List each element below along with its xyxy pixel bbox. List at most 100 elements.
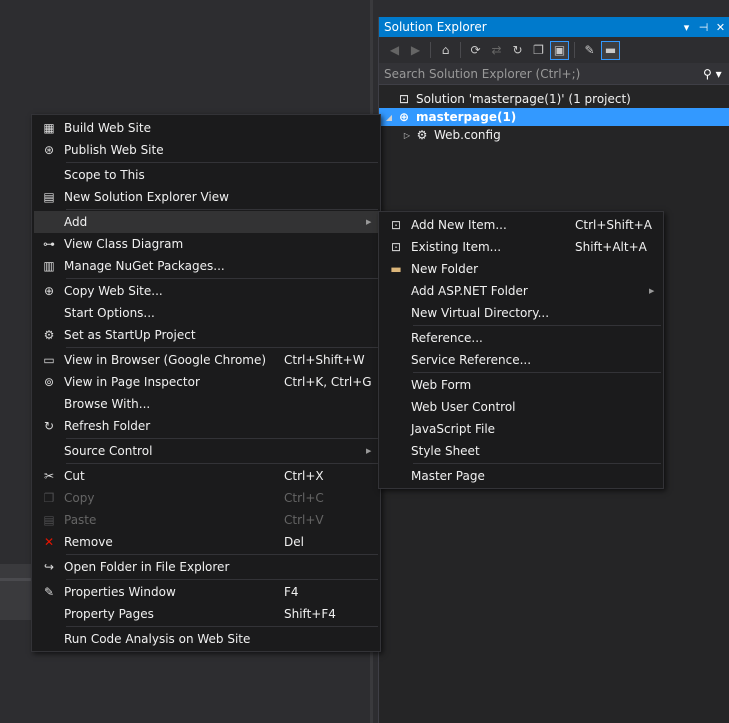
menu-item-browse-with[interactable]: Browse With... — [34, 393, 378, 415]
menu-item-new-solution-explorer-view[interactable]: ▤ New Solution Explorer View — [34, 186, 378, 208]
tree-item-masterpage-1[interactable]: ◢ ⊕ masterpage(1) — [379, 108, 729, 126]
show-all-files-icon[interactable]: ▣ — [550, 40, 569, 60]
view-in-page-inspector-icon: ⊚ — [43, 375, 55, 389]
refresh-icon[interactable]: ↻ — [508, 41, 527, 60]
menu-item-label: Browse With... — [64, 397, 151, 411]
menu-item-remove[interactable]: ✕ Remove Del — [34, 531, 378, 553]
sync-icon[interactable]: ⟳ — [466, 41, 485, 60]
copy-icon: ❐ — [43, 491, 55, 505]
paste-icon: ▤ — [43, 513, 55, 527]
window-position-icon[interactable]: ▾ — [678, 21, 695, 34]
cut-icon: ✂ — [43, 469, 55, 483]
home-icon[interactable]: ⌂ — [436, 41, 455, 60]
menu-item-shortcut: Shift+Alt+A — [575, 240, 647, 254]
forward-icon[interactable]: ▶ — [406, 41, 425, 60]
menu-item-label: New Folder — [411, 262, 479, 276]
menu-item-web-form[interactable]: Web Form — [381, 374, 661, 396]
menu-item-add[interactable]: Add ▶ — [34, 211, 378, 233]
menu-item-label: Copy Web Site... — [64, 284, 163, 298]
menu-item-label: Style Sheet — [411, 444, 480, 458]
menu-item-set-as-startup-project[interactable]: ⚙ Set as StartUp Project — [34, 324, 378, 346]
collapse-all-icon[interactable]: ❐ — [529, 41, 548, 60]
menu-item-shortcut: Del — [284, 535, 304, 549]
menu-item-service-reference[interactable]: Service Reference... — [381, 349, 661, 371]
tree-item-solution-masterpage-1-1-project[interactable]: ⊡ Solution 'masterpage(1)' (1 project) — [379, 90, 729, 108]
menu-item-build-web-site[interactable]: ▦ Build Web Site — [34, 117, 378, 139]
menu-item-source-control[interactable]: Source Control ▶ — [34, 440, 378, 462]
menu-item-manage-nuget-packages[interactable]: ▥ Manage NuGet Packages... — [34, 255, 378, 277]
context-menu: ▦ Build Web Site ⊛ Publish Web Site Scope to… — [31, 114, 381, 652]
menu-item-style-sheet[interactable]: Style Sheet — [381, 440, 661, 462]
remove-icon: ✕ — [43, 535, 55, 549]
menu-item-web-user-control[interactable]: Web User Control — [381, 396, 661, 418]
menu-item-label: View in Page Inspector — [64, 375, 200, 389]
new-folder-icon: ▬ — [390, 262, 402, 276]
menu-item-shortcut: Ctrl+K, Ctrl+G — [284, 375, 372, 389]
menu-item-paste[interactable]: ▤ Paste Ctrl+V — [34, 509, 378, 531]
menu-item-shortcut: Ctrl+X — [284, 469, 324, 483]
menu-item-label: JavaScript File — [411, 422, 496, 436]
menu-separator — [66, 162, 378, 163]
search-icon[interactable]: ⚲ ▾ — [703, 67, 729, 81]
menu-item-label: Existing Item... — [411, 240, 502, 254]
properties-icon[interactable]: ✎ — [580, 41, 599, 60]
menu-item-label: Properties Window — [64, 585, 176, 599]
solution-explorer-toolbar: ◀ ▶ ⌂ ⟳ ⇄ ↻ ❐ ▣ ✎ ▬ — [379, 37, 729, 63]
tree-item-label: Solution 'masterpage(1)' (1 project) — [416, 92, 631, 106]
close-icon[interactable]: ✕ — [712, 21, 729, 34]
search-box[interactable]: Search Solution Explorer (Ctrl+;) ⚲ ▾ — [379, 63, 729, 85]
menu-item-new-virtual-directory[interactable]: New Virtual Directory... — [381, 302, 661, 324]
menu-item-label: Add New Item... — [411, 218, 507, 232]
tree-item-label: masterpage(1) — [416, 110, 517, 124]
menu-item-property-pages[interactable]: Property Pages Shift+F4 — [34, 603, 378, 625]
menu-item-run-code-analysis-on-web-site[interactable]: Run Code Analysis on Web Site — [34, 628, 378, 650]
menu-item-view-in-page-inspector[interactable]: ⊚ View in Page Inspector Ctrl+K, Ctrl+G — [34, 371, 378, 393]
tree-item-web-config[interactable]: ▷ ⚙ Web.config — [379, 126, 729, 144]
menu-item-existing-item[interactable]: ⊡ Existing Item... Shift+Alt+A — [381, 236, 661, 258]
editor-stripe — [0, 578, 32, 581]
menu-item-refresh-folder[interactable]: ↻ Refresh Folder — [34, 415, 378, 437]
menu-item-label: Build Web Site — [64, 121, 151, 135]
menu-item-javascript-file[interactable]: JavaScript File — [381, 418, 661, 440]
menu-item-label: Web Form — [411, 378, 472, 392]
menu-item-publish-web-site[interactable]: ⊛ Publish Web Site — [34, 139, 378, 161]
menu-item-new-folder[interactable]: ▬ New Folder — [381, 258, 661, 280]
menu-item-copy-web-site[interactable]: ⊕ Copy Web Site... — [34, 280, 378, 302]
menu-item-open-folder-in-file-explorer[interactable]: ↪ Open Folder in File Explorer — [34, 556, 378, 578]
tree-node-icon: ⊡ — [398, 92, 410, 106]
preview-icon[interactable]: ▬ — [601, 40, 620, 60]
back-icon[interactable]: ◀ — [385, 41, 404, 60]
pending-changes-icon[interactable]: ⇄ — [487, 41, 506, 60]
menu-separator — [413, 372, 661, 373]
menu-item-label: Manage NuGet Packages... — [64, 259, 225, 273]
menu-item-reference[interactable]: Reference... — [381, 327, 661, 349]
menu-item-add-new-item[interactable]: ⊡ Add New Item... Ctrl+Shift+A — [381, 214, 661, 236]
menu-item-label: Refresh Folder — [64, 419, 151, 433]
add-new-item-icon: ⊡ — [390, 218, 402, 232]
menu-item-start-options[interactable]: Start Options... — [34, 302, 378, 324]
view-in-browser-google-chrome-icon: ▭ — [43, 353, 55, 367]
menu-item-view-class-diagram[interactable]: ⊶ View Class Diagram — [34, 233, 378, 255]
expander-icon[interactable]: ▷ — [401, 131, 413, 140]
menu-item-master-page[interactable]: Master Page — [381, 465, 661, 487]
existing-item-icon: ⊡ — [390, 240, 402, 254]
pin-icon[interactable]: ⊣ — [695, 21, 712, 34]
menu-item-add-asp-net-folder[interactable]: Add ASP.NET Folder ▶ — [381, 280, 661, 302]
menu-item-label: Add ASP.NET Folder — [411, 284, 528, 298]
menu-item-scope-to-this[interactable]: Scope to This — [34, 164, 378, 186]
tree-node-icon: ⚙ — [416, 128, 428, 142]
menu-item-properties-window[interactable]: ✎ Properties Window F4 — [34, 581, 378, 603]
view-class-diagram-icon: ⊶ — [43, 237, 55, 251]
submenu-arrow-icon: ▶ — [649, 287, 655, 295]
menu-item-copy[interactable]: ❐ Copy Ctrl+C — [34, 487, 378, 509]
expander-icon[interactable]: ◢ — [383, 113, 395, 122]
menu-item-shortcut: F4 — [284, 585, 299, 599]
search-input[interactable]: Search Solution Explorer (Ctrl+;) — [384, 67, 703, 81]
menu-item-shortcut: Ctrl+Shift+A — [575, 218, 652, 232]
menu-item-label: New Solution Explorer View — [64, 190, 229, 204]
solution-explorer-title-bar: Solution Explorer ▾ ⊣ ✕ — [379, 17, 729, 37]
menu-separator — [66, 579, 378, 580]
menu-item-cut[interactable]: ✂ Cut Ctrl+X — [34, 465, 378, 487]
menu-separator — [66, 209, 378, 210]
menu-item-view-in-browser-google-chrome[interactable]: ▭ View in Browser (Google Chrome) Ctrl+Shi… — [34, 349, 378, 371]
